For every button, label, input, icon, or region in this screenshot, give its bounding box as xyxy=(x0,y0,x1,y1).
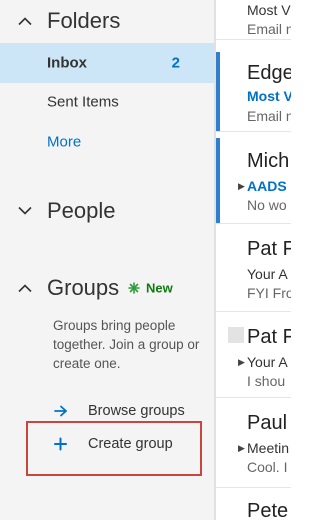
folder-label-sent-items: Sent Items xyxy=(47,93,119,111)
message-preview: FYI Fro xyxy=(247,285,291,301)
message-preview: Email n xyxy=(247,108,291,124)
message-item[interactable]: Edge Most V Email n xyxy=(216,52,291,132)
folder-item-sent-items[interactable]: Sent Items xyxy=(0,82,214,122)
message-subject: Meetin xyxy=(247,440,290,456)
browse-groups-label: Browse groups xyxy=(88,403,185,419)
folders-section-header[interactable]: Folders xyxy=(0,3,214,39)
more-link-label: More xyxy=(47,133,82,151)
people-title: People xyxy=(47,198,116,223)
message-item[interactable]: Pete xyxy=(216,492,291,520)
message-preview: Email n xyxy=(247,21,291,37)
message-sender: Edge xyxy=(247,62,291,84)
unread-count: 2 xyxy=(171,54,180,72)
expand-thread-icon[interactable]: ▶ xyxy=(238,357,245,368)
message-sender: Paul xyxy=(247,412,288,434)
create-group-label: Create group xyxy=(88,436,173,452)
expand-thread-icon[interactable]: ▶ xyxy=(238,443,245,454)
folders-more-link[interactable]: More xyxy=(0,122,214,162)
message-preview: Cool. I xyxy=(247,459,288,475)
folders-title: Folders xyxy=(47,8,121,33)
groups-description: Groups bring people together. Join a gro… xyxy=(53,318,200,371)
message-sender: Pat F xyxy=(247,238,291,260)
sparkle-icon xyxy=(128,282,140,294)
chevron-up-icon xyxy=(18,17,32,26)
people-section-header[interactable]: People xyxy=(0,193,214,229)
select-checkbox[interactable] xyxy=(228,327,244,343)
message-subject: AADS xyxy=(247,178,287,194)
expand-thread-icon[interactable]: ▶ xyxy=(238,181,245,192)
message-item[interactable]: Pat F ▶ Your A I shou xyxy=(216,314,291,398)
message-preview: No wo xyxy=(247,197,287,213)
message-preview: I shou xyxy=(247,373,286,389)
chevron-down-icon xyxy=(18,206,32,215)
chevron-up-icon xyxy=(18,284,32,293)
folder-item-inbox[interactable]: Inbox 2 xyxy=(0,43,214,83)
message-subject: Most V xyxy=(247,88,291,104)
groups-section-header[interactable]: Groups New xyxy=(0,270,214,306)
message-subject: Your A xyxy=(247,266,288,282)
message-subject: Your A xyxy=(247,354,288,370)
arrow-right-icon xyxy=(54,405,67,417)
message-item[interactable]: Most V Email n xyxy=(216,0,291,40)
create-group-button[interactable]: Create group xyxy=(50,432,210,456)
plus-icon xyxy=(54,437,67,451)
message-item[interactable]: Pat F Your A FYI Fro xyxy=(216,226,291,312)
message-list: Most V Email n Edge Most V Email n Mich … xyxy=(216,0,291,520)
message-sender: Mich xyxy=(247,150,290,172)
browse-groups-button[interactable]: Browse groups xyxy=(50,399,210,423)
navigation-pane: Folders Inbox 2 Sent Items More People G… xyxy=(0,0,214,520)
groups-title: Groups xyxy=(47,275,120,300)
message-subject: Most V xyxy=(247,2,291,18)
message-sender: Pat F xyxy=(247,326,291,348)
message-item[interactable]: Paul ▶ Meetin Cool. I xyxy=(216,400,291,488)
folder-label-inbox: Inbox xyxy=(47,54,87,72)
message-item[interactable]: Mich ▶ AADS No wo xyxy=(216,138,291,224)
message-sender: Pete xyxy=(247,500,289,520)
new-badge: New xyxy=(146,280,173,296)
